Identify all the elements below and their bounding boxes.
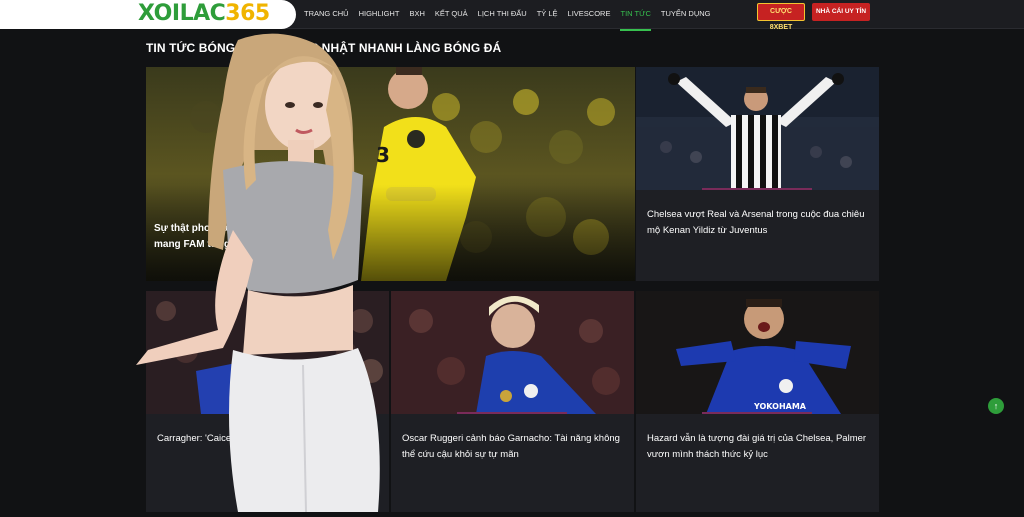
nav-item-lich-thi-dau[interactable]: LỊCH THI ĐẤU (478, 0, 527, 29)
article-card-hazard[interactable]: YOKOHAMA Hazard vẫn là tượng đài giá trị… (636, 291, 879, 512)
nav-item-ket-qua[interactable]: KẾT QUẢ (435, 0, 468, 29)
cuoc-8xbet-button[interactable]: CƯỢC 8XBET (757, 3, 805, 31)
article-image-garnacho (391, 291, 634, 414)
article-image-yildiz (636, 67, 879, 190)
arrow-up-icon[interactable]: ↑ (988, 398, 1004, 414)
article-title-garnacho[interactable]: Oscar Ruggeri cảnh báo Garnacho: Tài năn… (402, 431, 624, 463)
logo-text-365: 365 (225, 1, 270, 26)
article-card-top-right[interactable]: Chelsea vượt Real và Arsenal trong cuộc … (636, 67, 879, 281)
logo-container[interactable]: XOILAC365 (0, 0, 296, 29)
svg-text:YOKOHAMA: YOKOHAMA (753, 402, 807, 411)
article-card-garnacho[interactable]: Oscar Ruggeri cảnh báo Garnacho: Tài năn… (391, 291, 634, 512)
nav-item-tin-tuc[interactable]: TIN TỨC (620, 0, 652, 31)
site-logo[interactable]: XOILAC365 (138, 1, 270, 26)
article-title-yildiz[interactable]: Chelsea vượt Real và Arsenal trong cuộc … (647, 207, 869, 239)
nav-item-highlight[interactable]: HIGHLIGHT (359, 0, 400, 29)
article-title-hazard[interactable]: Hazard vẫn là tượng đài giá trị của Chel… (647, 431, 869, 463)
nav-item-ty-le[interactable]: TỶ LỆ (537, 0, 558, 29)
nha-cai-uy-tin-button[interactable]: NHÀ CÁI UY TÍN (812, 3, 870, 21)
top-header: XOILAC365 TRANG CHỦ HIGHLIGHT BXH KẾT QU… (0, 0, 1024, 31)
logo-text-xoilac: XOILAC (138, 1, 226, 26)
nav-item-tuyen-dung[interactable]: TUYỂN DỤNG (661, 0, 711, 29)
nav-item-bxh[interactable]: BXH (409, 0, 424, 29)
main-nav: TRANG CHỦ HIGHLIGHT BXH KẾT QUẢ LỊCH THI… (304, 0, 721, 31)
nav-item-livescore[interactable]: LIVESCORE (568, 0, 611, 29)
article-image-hazard: YOKOHAMA (636, 291, 879, 414)
nav-item-trang-chu[interactable]: TRANG CHỦ (304, 0, 349, 29)
promo-overlay-image[interactable] (128, 30, 388, 513)
